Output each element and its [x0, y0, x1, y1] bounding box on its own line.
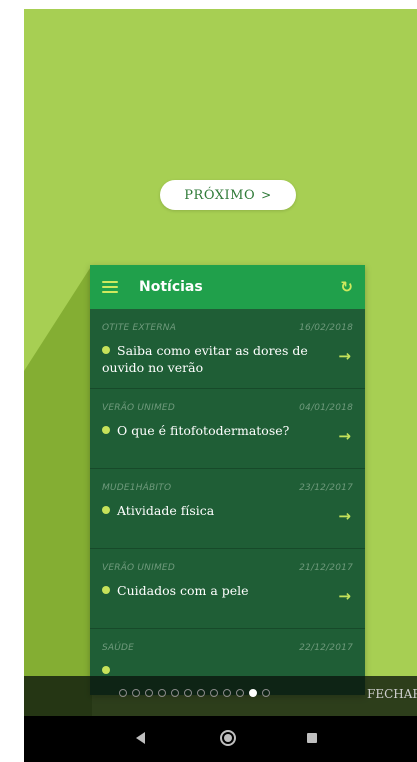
chevron-right-icon: > — [261, 188, 272, 202]
bullet-icon — [102, 666, 110, 674]
page-dot — [236, 689, 244, 697]
news-item-4[interactable]: VERÃO UNIMED 21/12/2017 Cuidados com a p… — [90, 549, 365, 629]
close-button[interactable]: FECHAR — [367, 687, 417, 701]
recent-apps-icon[interactable] — [307, 733, 317, 743]
next-button-label: PRÓXIMO — [184, 187, 256, 203]
intro-pager-bar: FECHAR — [24, 676, 417, 716]
back-icon[interactable] — [136, 732, 145, 744]
news-date: 16/02/2018 — [299, 323, 353, 333]
arrow-right-icon[interactable]: → — [338, 587, 351, 605]
news-category: MUDE1HÁBITO — [102, 483, 172, 493]
page-dot — [184, 689, 192, 697]
page-dot — [249, 689, 257, 697]
news-headline: O que é fitofotodermatose? — [117, 423, 290, 438]
onboarding-screen: PRÓXIMO > Notícias ↻ OTITE EXTERNA 16/02… — [24, 9, 417, 762]
app-bar: Notícias ↻ — [90, 265, 365, 309]
news-headline: Atividade física — [117, 503, 215, 518]
arrow-right-icon[interactable]: → — [338, 347, 351, 365]
news-category: VERÃO UNIMED — [102, 563, 175, 573]
page-dot — [223, 689, 231, 697]
news-headline: Cuidados com a pele — [117, 583, 249, 598]
arrow-right-icon[interactable]: → — [338, 507, 351, 525]
page-indicator — [119, 689, 270, 697]
bullet-icon — [102, 346, 110, 354]
refresh-icon[interactable]: ↻ — [340, 278, 353, 296]
page-dot — [158, 689, 166, 697]
bullet-icon — [102, 426, 110, 434]
arrow-right-icon[interactable]: → — [338, 427, 351, 445]
bullet-icon — [102, 586, 110, 594]
page-dot — [197, 689, 205, 697]
system-nav-bar — [24, 716, 417, 762]
app-title: Notícias — [139, 279, 203, 295]
page-dot — [132, 689, 140, 697]
news-headline: Saiba como evitar as dores de ouvido no … — [102, 343, 308, 375]
page-dot — [119, 689, 127, 697]
hamburger-menu-icon[interactable] — [102, 281, 118, 293]
page-dot — [210, 689, 218, 697]
news-item-3[interactable]: MUDE1HÁBITO 23/12/2017 Atividade física … — [90, 469, 365, 549]
app-preview: Notícias ↻ OTITE EXTERNA 16/02/2018 Saib… — [90, 265, 365, 695]
news-category: SAÚDE — [102, 643, 135, 653]
news-item-1[interactable]: OTITE EXTERNA 16/02/2018 Saiba como evit… — [90, 309, 365, 389]
home-icon[interactable] — [220, 730, 236, 746]
bullet-icon — [102, 506, 110, 514]
news-item-2[interactable]: VERÃO UNIMED 04/01/2018 O que é fitofoto… — [90, 389, 365, 469]
page-dot — [145, 689, 153, 697]
news-category: VERÃO UNIMED — [102, 403, 175, 413]
news-date: 04/01/2018 — [299, 403, 353, 413]
news-date: 23/12/2017 — [299, 483, 353, 493]
news-date: 21/12/2017 — [299, 563, 353, 573]
news-category: OTITE EXTERNA — [102, 323, 177, 333]
news-date: 22/12/2017 — [299, 643, 353, 653]
next-button[interactable]: PRÓXIMO > — [160, 180, 296, 210]
page-dot — [171, 689, 179, 697]
page-dot — [262, 689, 270, 697]
